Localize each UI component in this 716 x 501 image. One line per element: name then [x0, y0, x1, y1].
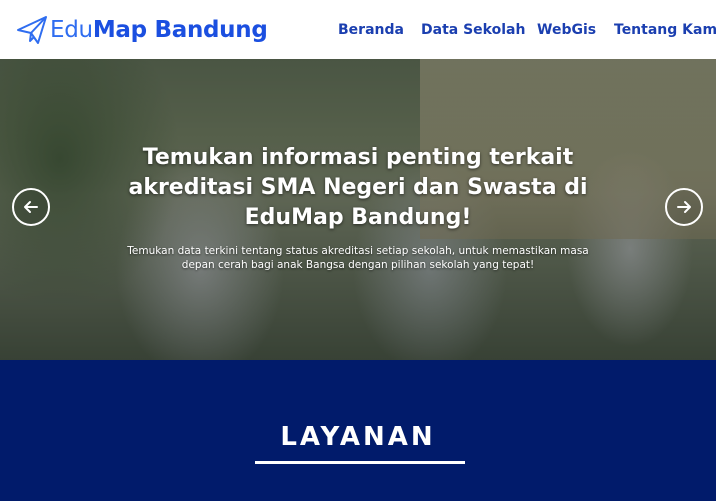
nav-item-beranda[interactable]: Beranda [338, 22, 404, 38]
paper-plane-icon [17, 16, 47, 44]
services-title: LAYANAN [280, 422, 436, 452]
carousel-next-button[interactable] [665, 188, 703, 226]
carousel-prev-button[interactable] [12, 188, 50, 226]
arrow-right-icon [677, 201, 691, 213]
nav-item-tentang-kami[interactable]: Tentang Kami [614, 22, 716, 38]
brand-name-light: Edu [50, 17, 93, 43]
nav-item-data-sekolah[interactable]: Data Sekolah [421, 22, 525, 38]
brand-name: EduMap Bandung [50, 17, 268, 43]
navbar: EduMap Bandung Beranda Data Sekolah WebG… [0, 0, 716, 59]
hero-subtitle: Temukan data terkini tentang status akre… [127, 245, 589, 271]
brand-name-bold: Map Bandung [92, 17, 268, 43]
services-title-underline [255, 461, 465, 464]
services-section: LAYANAN [0, 360, 716, 501]
arrow-left-icon [24, 201, 38, 213]
nav-item-webgis[interactable]: WebGis [537, 22, 596, 38]
hero-title: Temukan informasi penting terkait akredi… [128, 145, 588, 230]
brand-logo[interactable]: EduMap Bandung [16, 12, 268, 48]
hero-carousel: Temukan informasi penting terkait akredi… [0, 59, 716, 360]
